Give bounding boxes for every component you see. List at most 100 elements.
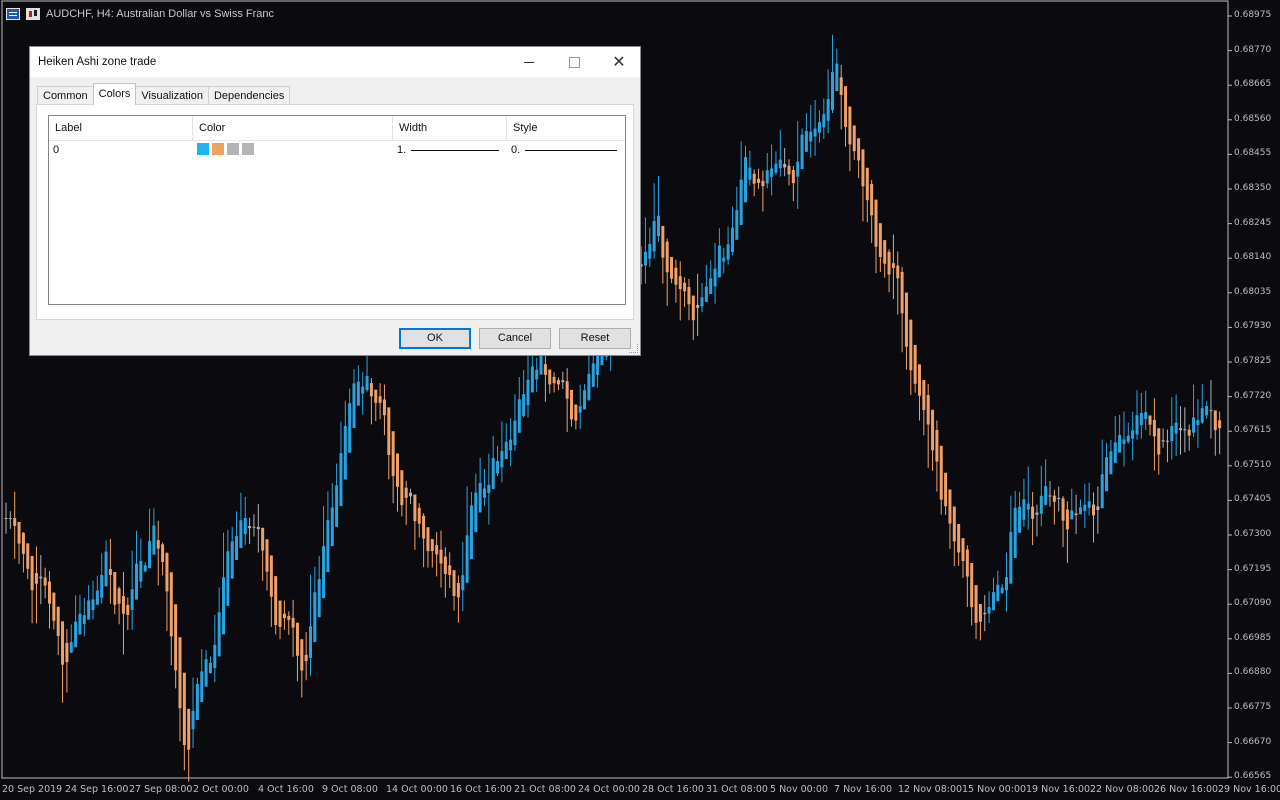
minimize-button[interactable] <box>506 47 552 77</box>
row-style-select[interactable]: 0. <box>507 140 625 160</box>
row-width-select[interactable]: 1. <box>393 140 507 160</box>
candle <box>69 624 73 654</box>
candle-body <box>765 170 769 184</box>
candlestick-chart-icon[interactable] <box>26 8 40 20</box>
candle <box>352 369 356 428</box>
cancel-button[interactable]: Cancel <box>479 328 551 349</box>
candle-body <box>61 621 65 665</box>
candle-body <box>161 544 165 562</box>
tab-common[interactable]: Common <box>37 86 94 105</box>
candle-body <box>987 607 991 614</box>
candle-body <box>861 149 865 187</box>
candle <box>817 110 821 143</box>
candle-body <box>1026 503 1030 510</box>
candle <box>208 656 212 674</box>
candle <box>195 677 199 721</box>
date-label: 4 Oct 16:00 <box>258 784 314 795</box>
candle <box>678 261 682 321</box>
color-swatch-4[interactable] <box>242 143 254 156</box>
candle-body <box>226 551 230 606</box>
candle-body <box>500 450 504 468</box>
candle-body <box>422 515 426 539</box>
column-header-label[interactable]: Label <box>49 116 193 140</box>
candle-body <box>1018 506 1022 533</box>
candle <box>965 545 969 607</box>
candle <box>178 637 182 742</box>
dialog-titlebar[interactable]: Heiken Ashi zone trade ✕ <box>30 47 640 77</box>
candle-body <box>874 199 878 247</box>
candle <box>369 378 373 425</box>
color-swatch-3[interactable] <box>227 143 239 156</box>
column-header-style[interactable]: Style <box>507 116 625 140</box>
candle-body <box>952 506 956 542</box>
candle <box>295 622 299 682</box>
candle-body <box>343 425 347 480</box>
color-swatch-2[interactable] <box>212 143 224 156</box>
candle <box>696 273 700 337</box>
ok-button[interactable]: OK <box>399 328 471 349</box>
color-swatch-1[interactable] <box>197 143 209 156</box>
candle-body <box>74 621 78 648</box>
candle-body <box>169 572 173 637</box>
candle <box>774 151 778 176</box>
candle <box>382 384 386 436</box>
tab-colors[interactable]: Colors <box>92 83 137 105</box>
date-label: 29 Nov 16:00 <box>1218 784 1280 795</box>
column-header-color[interactable]: Color <box>193 116 393 140</box>
candle-body <box>113 571 117 605</box>
maximize-button[interactable] <box>551 47 597 77</box>
candle <box>335 463 339 527</box>
candle-body <box>78 613 82 635</box>
candle <box>1057 486 1061 512</box>
chart-window-icon[interactable] <box>6 8 20 20</box>
candle <box>1200 384 1204 424</box>
date-label: 22 Nov 08:00 <box>1090 784 1155 795</box>
date-label: 20 Sep 2019 <box>2 784 63 795</box>
candle <box>683 277 687 308</box>
candle-body <box>409 492 413 497</box>
column-header-width[interactable]: Width <box>393 116 507 140</box>
candle-body <box>317 579 321 618</box>
candle <box>135 530 138 600</box>
candle-body <box>822 114 826 128</box>
price-label: 0.68455 <box>1234 148 1272 159</box>
candle <box>1148 415 1152 436</box>
candle <box>317 555 321 618</box>
tab-visualization[interactable]: Visualization <box>135 86 209 105</box>
candle-body <box>182 672 186 746</box>
candle-body <box>304 654 308 661</box>
candle <box>191 677 195 748</box>
candle <box>239 492 243 549</box>
candle-body <box>1005 577 1008 591</box>
row-color-swatches[interactable] <box>193 140 393 160</box>
candle <box>578 384 582 430</box>
colors-list[interactable]: Label Color Width Style 0 1. 0. <box>48 115 626 305</box>
width-line-sample <box>411 150 499 151</box>
candle <box>230 526 234 579</box>
tab-dependencies[interactable]: Dependencies <box>207 86 291 105</box>
candle <box>787 159 791 186</box>
candle-body <box>4 517 8 519</box>
close-button[interactable]: ✕ <box>596 47 642 77</box>
reset-button[interactable]: Reset <box>559 328 631 349</box>
candle <box>574 404 578 430</box>
price-label: 0.67615 <box>1234 425 1272 436</box>
candle-body <box>570 389 573 420</box>
candle <box>487 453 491 525</box>
candle-body <box>39 576 43 579</box>
candle <box>739 141 743 226</box>
candle-body <box>922 380 926 411</box>
candle-body <box>678 276 682 290</box>
candle-body <box>1183 429 1187 431</box>
resize-grip-icon[interactable] <box>629 344 638 353</box>
candle <box>396 453 399 512</box>
candle-body <box>439 549 443 564</box>
candle <box>1013 490 1017 558</box>
candle-body <box>713 268 717 287</box>
table-row[interactable]: 0 1. 0. <box>49 140 625 160</box>
candle-body <box>652 220 656 252</box>
candle <box>409 488 413 505</box>
candle <box>648 227 652 268</box>
candle-body <box>800 134 804 170</box>
candle <box>365 354 369 392</box>
